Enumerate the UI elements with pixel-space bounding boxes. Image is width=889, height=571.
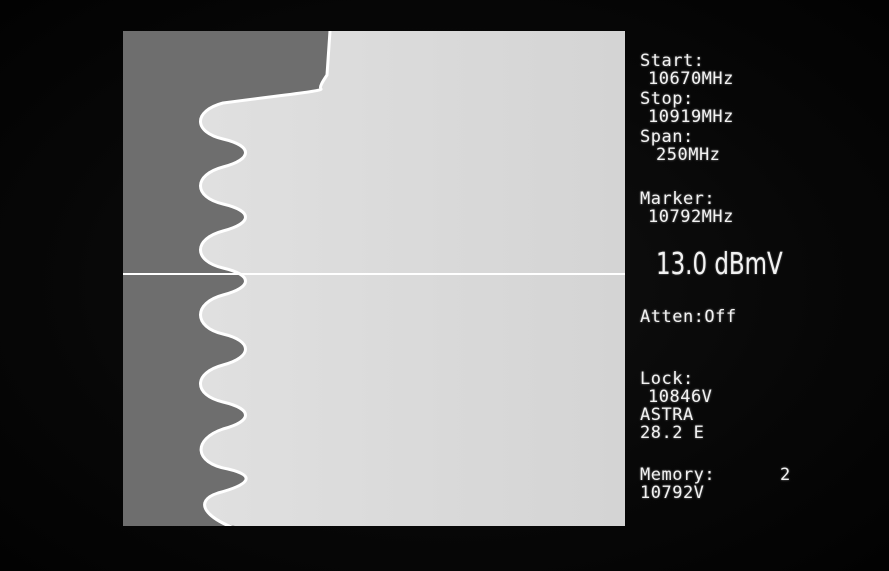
span-label: Span: bbox=[640, 127, 694, 147]
spectrum-fill bbox=[200, 31, 625, 526]
span-value: 250MHz bbox=[656, 145, 721, 165]
memory-value: 10792V bbox=[640, 483, 705, 503]
satellite-position: 28.2 E bbox=[640, 423, 705, 443]
memory-number: 2 bbox=[780, 465, 791, 485]
analyzer-screen: Start: 10670MHz Stop: 10919MHz Span: 250… bbox=[0, 0, 889, 571]
atten-status: Atten:Off bbox=[640, 307, 737, 327]
marker-value: 10792MHz bbox=[648, 207, 734, 227]
satellite-name: ASTRA bbox=[640, 405, 694, 425]
spectrum-graph bbox=[123, 31, 625, 526]
level-readout: 13.0 dBmV bbox=[656, 247, 783, 282]
lock-value: 10846V bbox=[648, 387, 713, 407]
marker-label: Marker: bbox=[640, 189, 716, 209]
stop-value: 10919MHz bbox=[648, 107, 734, 127]
start-value: 10670MHz bbox=[648, 69, 734, 89]
spectrum-plot bbox=[123, 31, 625, 526]
start-label: Start: bbox=[640, 51, 705, 71]
lock-label: Lock: bbox=[640, 369, 694, 389]
stop-label: Stop: bbox=[640, 89, 694, 109]
memory-label: Memory: bbox=[640, 465, 716, 485]
